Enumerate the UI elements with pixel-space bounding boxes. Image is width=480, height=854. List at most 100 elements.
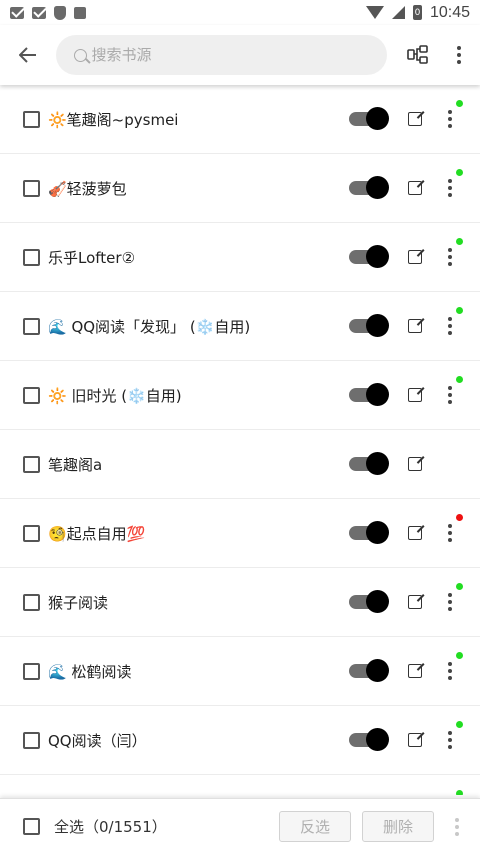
arrow-left-icon (18, 47, 36, 63)
switch-knob (366, 245, 389, 268)
source-checkbox[interactable] (23, 455, 40, 473)
row-more-button[interactable] (437, 656, 463, 686)
source-checkbox[interactable] (23, 524, 40, 542)
row-more-button[interactable] (437, 311, 463, 341)
edit-icon (408, 733, 422, 747)
more-vert-icon (448, 662, 452, 680)
status-dot (456, 238, 463, 245)
enable-switch[interactable] (349, 107, 389, 130)
status-dot (456, 721, 463, 728)
bottom-more-button[interactable] (446, 817, 468, 836)
source-name: 🔆 旧时光 (❄️自用) (48, 386, 182, 405)
source-row[interactable]: 🔆笔趣阁~pysmei (0, 85, 480, 154)
source-row[interactable]: 🔆 旧时光 (❄️自用) (0, 361, 480, 430)
source-name: 🧐起点自用💯 (48, 524, 146, 543)
more-vert-icon (457, 46, 462, 64)
source-row[interactable]: 🌊 松鹤阅读 (0, 637, 480, 706)
search-icon (73, 48, 87, 62)
edit-button[interactable] (401, 174, 429, 202)
source-row[interactable]: 乐乎Lofter② (0, 223, 480, 292)
enable-switch[interactable] (349, 383, 389, 406)
more-vert-icon (448, 524, 452, 542)
edit-icon (408, 664, 422, 678)
invert-selection-button[interactable]: 反选 (279, 811, 351, 842)
edit-icon (408, 388, 422, 402)
enable-switch[interactable] (349, 176, 389, 199)
row-more-button[interactable] (437, 104, 463, 134)
row-more-button[interactable] (437, 587, 463, 617)
source-row[interactable]: 🎻轻菠萝包 (0, 154, 480, 223)
switch-knob (366, 659, 389, 682)
source-checkbox[interactable] (23, 731, 40, 749)
status-dot (456, 169, 463, 176)
source-checkbox[interactable] (23, 662, 40, 680)
edit-button[interactable] (401, 519, 429, 547)
source-name: QQ阅读（闫） (48, 731, 147, 750)
source-row[interactable]: 乐乎Lofter（源，l不同不要单以前的...亦 (0, 775, 480, 795)
edit-button[interactable] (401, 105, 429, 133)
source-checkbox[interactable] (23, 248, 40, 266)
source-checkbox[interactable] (23, 179, 40, 197)
source-name: 🌊 QQ阅读「发现」 (❄️自用) (48, 317, 251, 336)
edit-icon (408, 181, 422, 195)
search-box[interactable] (55, 35, 387, 75)
more-vert-icon (448, 386, 452, 404)
status-dot (456, 790, 463, 795)
source-checkbox[interactable] (23, 317, 40, 335)
edit-icon (408, 595, 422, 609)
switch-knob (366, 107, 389, 130)
source-row[interactable]: 🧐起点自用💯 (0, 499, 480, 568)
overflow-menu-button[interactable] (438, 30, 480, 80)
source-checkbox[interactable] (23, 386, 40, 404)
enable-switch[interactable] (349, 659, 389, 682)
edit-button[interactable] (401, 312, 429, 340)
bottom-action-bar: 全选（0/1551） 反选 删除 (0, 798, 480, 854)
search-input[interactable] (91, 46, 352, 64)
app-notification-icon (74, 6, 86, 19)
enable-switch[interactable] (349, 314, 389, 337)
status-dot (456, 376, 463, 383)
delete-button[interactable]: 删除 (362, 811, 434, 842)
source-name: 🎻轻菠萝包 (48, 179, 127, 198)
switch-knob (366, 728, 389, 751)
switch-knob (366, 314, 389, 337)
row-more-button[interactable] (437, 242, 463, 272)
edit-button[interactable] (401, 588, 429, 616)
switch-knob (366, 176, 389, 199)
enable-switch[interactable] (349, 728, 389, 751)
edit-button[interactable] (401, 450, 429, 478)
source-name: 笔趣阁a (48, 455, 103, 474)
more-vert-icon (448, 731, 452, 749)
edit-button[interactable] (401, 381, 429, 409)
source-row[interactable]: 🌊 QQ阅读「发现」 (❄️自用) (0, 292, 480, 361)
source-list[interactable]: 🔆笔趣阁~pysmei 🎻轻菠萝包乐乎Lofter② 🌊 QQ阅读「发现」 (❄️自… (0, 85, 480, 795)
row-more-button[interactable] (437, 725, 463, 755)
edit-icon (408, 457, 422, 471)
enable-switch[interactable] (349, 452, 389, 475)
more-vert-icon (448, 110, 452, 128)
select-all-checkbox[interactable] (23, 818, 40, 835)
edit-button[interactable] (401, 657, 429, 685)
switch-knob (366, 590, 389, 613)
source-name: 乐乎Lofter② (48, 248, 136, 267)
status-dot (456, 652, 463, 659)
source-row[interactable]: QQ阅读（闫） (0, 706, 480, 775)
enable-switch[interactable] (349, 245, 389, 268)
select-all-label[interactable]: 全选（0/1551） (54, 816, 279, 837)
status-dot (456, 583, 463, 590)
row-more-button[interactable] (437, 518, 463, 548)
enable-switch[interactable] (349, 590, 389, 613)
group-button[interactable] (397, 30, 439, 80)
row-more-button[interactable] (437, 173, 463, 203)
enable-switch[interactable] (349, 521, 389, 544)
mail-icon (10, 6, 24, 19)
source-row[interactable]: 笔趣阁a (0, 430, 480, 499)
back-button[interactable] (0, 27, 56, 83)
edit-button[interactable] (401, 726, 429, 754)
more-vert-icon (448, 179, 452, 197)
source-row[interactable]: 猴子阅读 (0, 568, 480, 637)
source-checkbox[interactable] (23, 593, 40, 611)
source-checkbox[interactable] (23, 110, 40, 128)
edit-button[interactable] (401, 243, 429, 271)
row-more-button[interactable] (437, 380, 463, 410)
